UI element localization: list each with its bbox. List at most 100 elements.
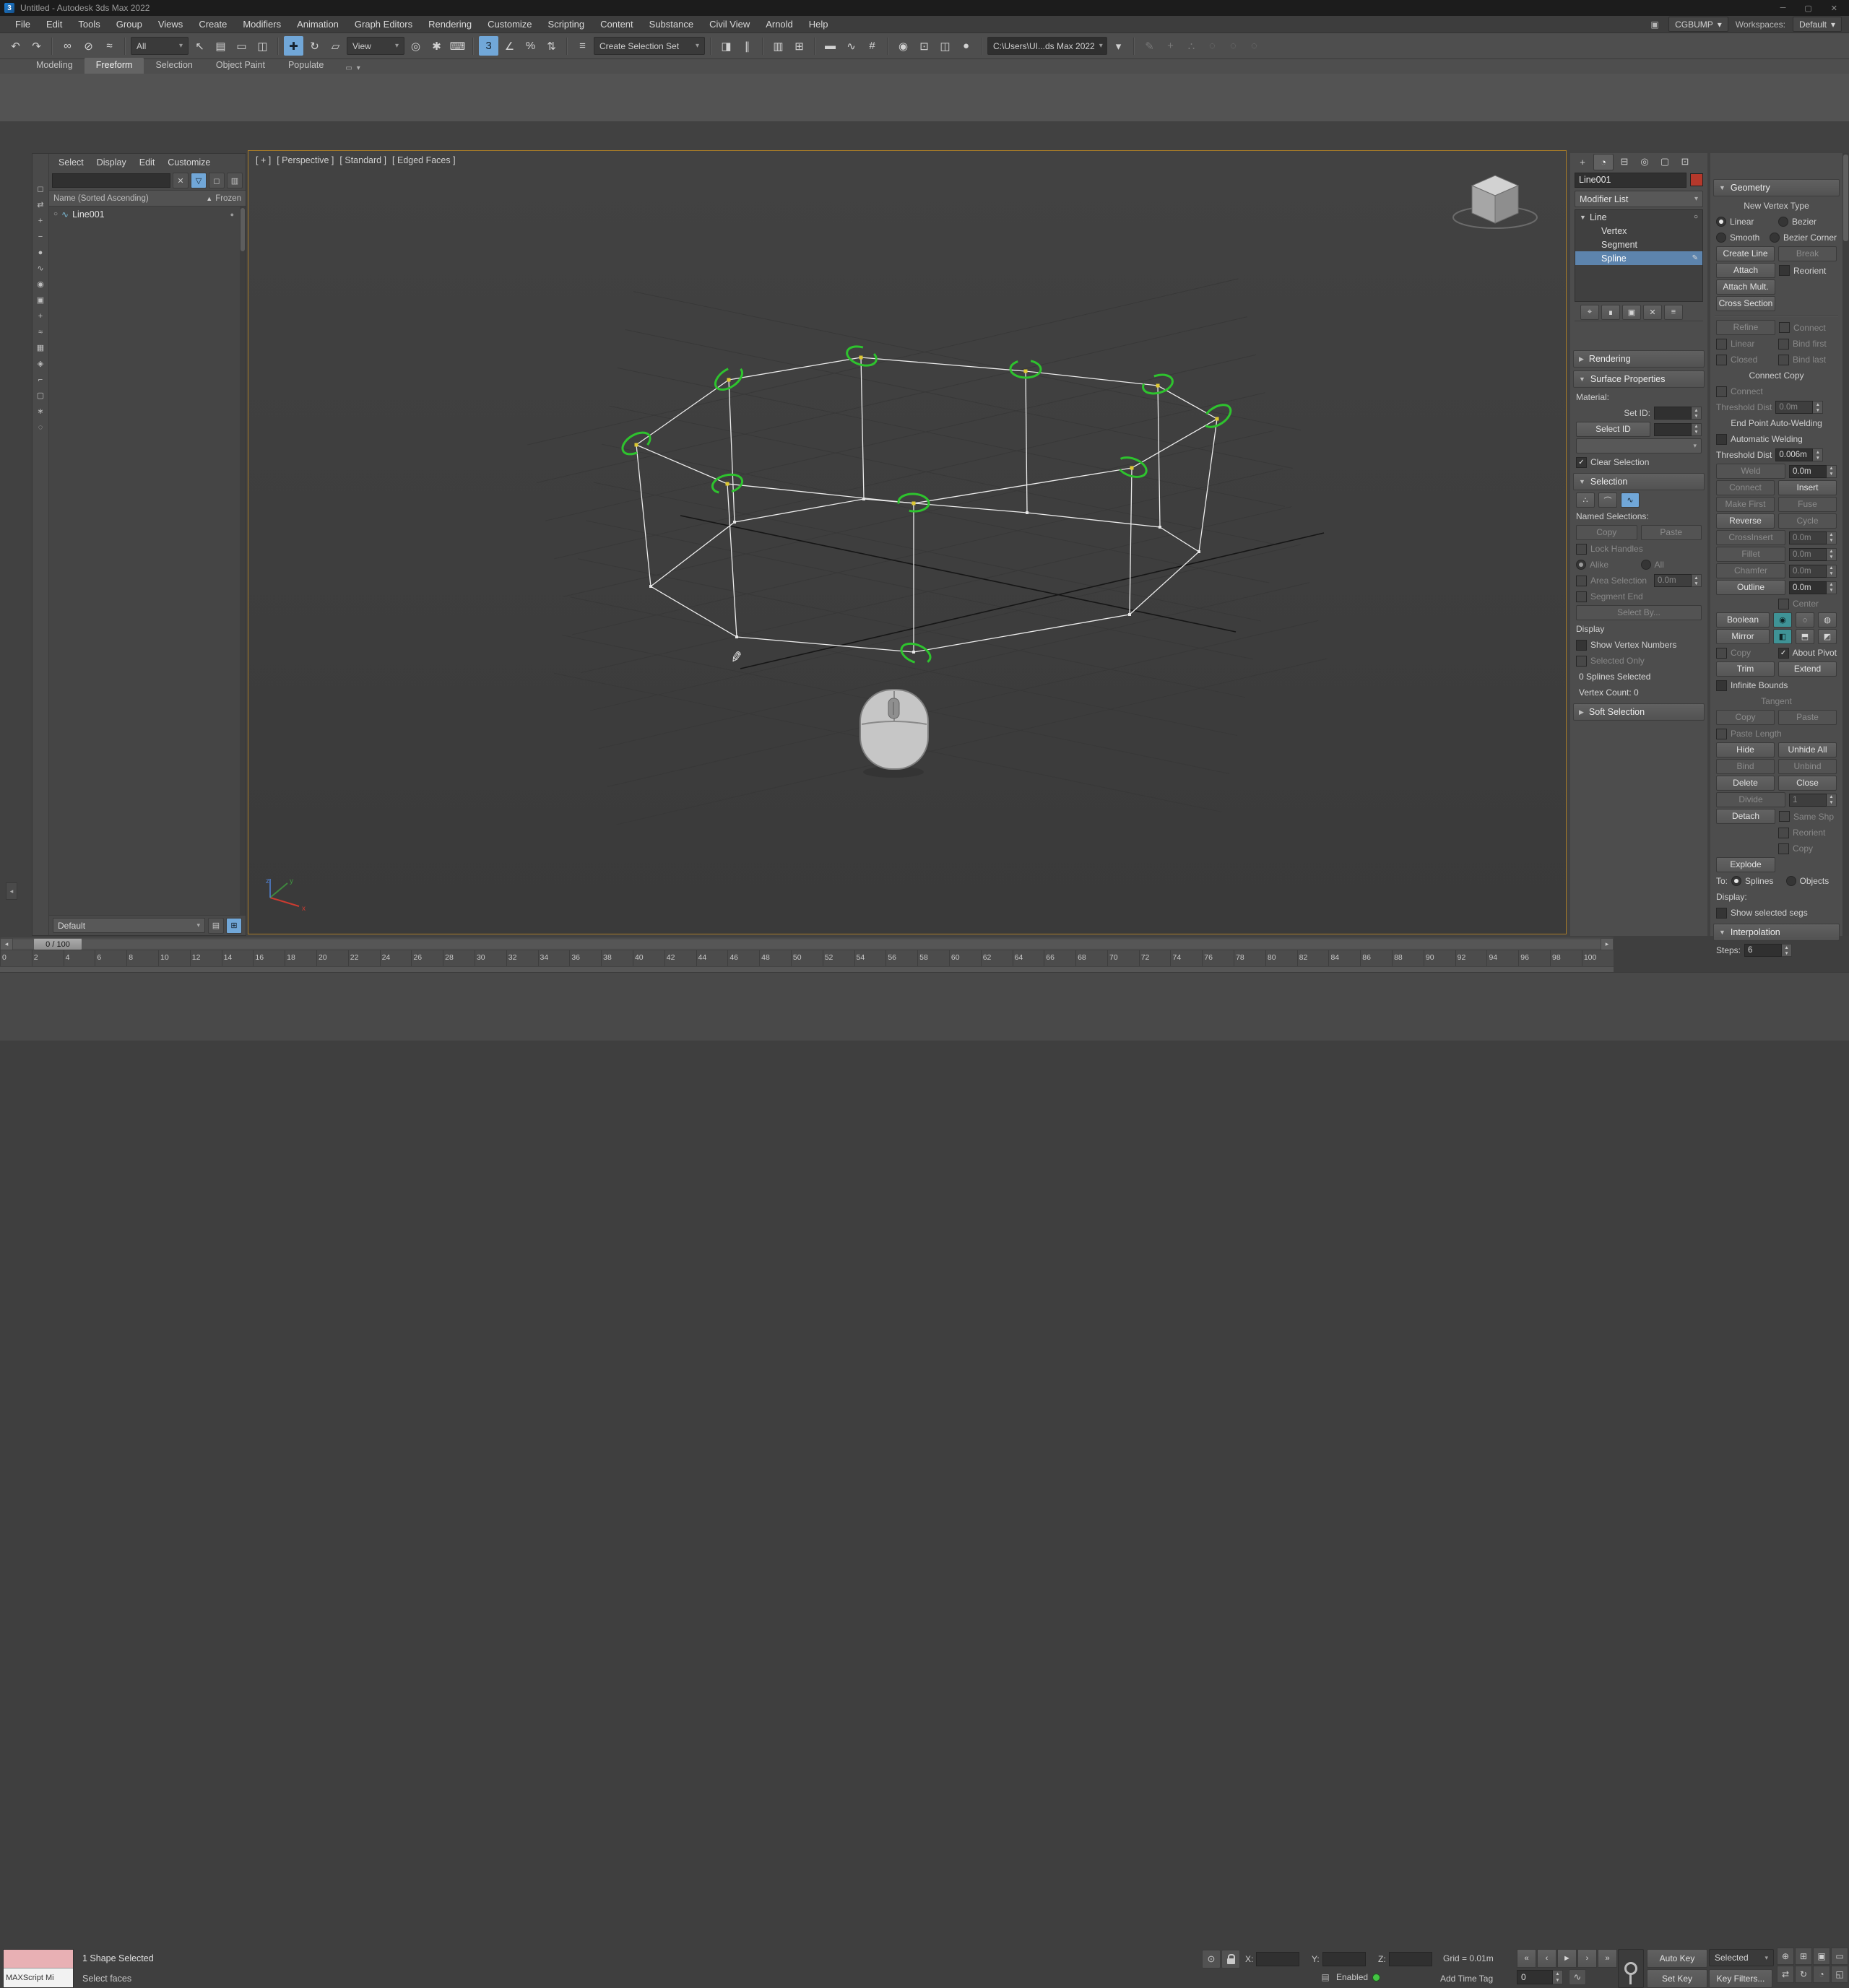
render-production-icon[interactable]: ● xyxy=(956,36,976,56)
menu-animation[interactable]: Animation xyxy=(289,16,347,33)
hierarchy-tab-icon[interactable]: ⊟ xyxy=(1615,155,1634,170)
frame-tick-36[interactable]: 36 xyxy=(569,950,601,967)
zoom-icon[interactable]: ⊕ xyxy=(1777,1948,1794,1965)
stack-item-spline[interactable]: Spline✎ xyxy=(1575,251,1702,265)
display-geometry-icon[interactable]: ● xyxy=(35,246,47,259)
spinner-snap-toggle-icon[interactable]: ⇅ xyxy=(542,36,561,56)
frame-tick-66[interactable]: 66 xyxy=(1044,950,1075,967)
frame-tick-56[interactable]: 56 xyxy=(885,950,917,967)
align-icon[interactable]: ∥ xyxy=(737,36,757,56)
boolean-union-icon[interactable]: ◉ xyxy=(1773,612,1792,628)
unhide-all-button[interactable]: Unhide All xyxy=(1778,742,1837,758)
minimize-button[interactable]: ─ xyxy=(1780,4,1786,13)
toggle-ribbon-icon[interactable]: ▬ xyxy=(820,36,840,56)
redo-icon[interactable]: ↷ xyxy=(27,36,46,56)
frame-tick-8[interactable]: 8 xyxy=(126,950,158,967)
open-project-folder-icon[interactable]: ▾ xyxy=(1109,36,1128,56)
connect-button[interactable]: Connect xyxy=(1716,480,1775,495)
lock-cell-editing-icon[interactable]: ◻ xyxy=(35,183,47,195)
frame-tick-16[interactable]: 16 xyxy=(253,950,285,967)
display-spacewarps-icon[interactable]: ≈ xyxy=(35,326,47,338)
make-unique-icon[interactable]: ▣ xyxy=(1622,305,1641,320)
filter-icon[interactable]: ▽ xyxy=(191,173,207,188)
fillet-spinner[interactable]: 0.0m▲▼ xyxy=(1789,548,1837,561)
spinner-arrows[interactable]: ▲▼ xyxy=(1782,944,1792,957)
macro-recorder-row[interactable] xyxy=(4,1950,73,1969)
material-id-dropdown[interactable]: ▾ xyxy=(1576,438,1702,453)
spinner-down-icon[interactable]: ▼ xyxy=(1692,430,1701,435)
frame-tick-82[interactable]: 82 xyxy=(1297,950,1329,967)
auto-key-button[interactable]: Auto Key xyxy=(1647,1949,1707,1968)
display-hidden-icon[interactable]: ◌ xyxy=(35,421,47,433)
spinner-arrows[interactable]: ▲▼ xyxy=(1692,574,1702,587)
display-shapes-icon[interactable]: ∿ xyxy=(35,262,47,274)
frame-tick-92[interactable]: 92 xyxy=(1455,950,1487,967)
x-coordinate-field[interactable] xyxy=(1256,1952,1299,1966)
spinner-arrows[interactable]: ▲▼ xyxy=(1827,465,1837,478)
frame-spinner-arrows[interactable]: ▲▼ xyxy=(1553,1970,1563,1984)
viewport-menu-general[interactable]: [ + ] xyxy=(256,155,271,165)
render-setup-icon[interactable]: ⊡ xyxy=(914,36,934,56)
use-pivot-point-center-icon[interactable]: ◎ xyxy=(406,36,425,56)
menu-views[interactable]: Views xyxy=(150,16,191,33)
spinner-arrows[interactable]: ▲▼ xyxy=(1692,407,1702,420)
sphere-ghost-icon-3[interactable]: ◌ xyxy=(1244,36,1264,56)
explorer-scrollbar[interactable] xyxy=(240,207,246,915)
chamfer-button[interactable]: Chamfer xyxy=(1716,563,1785,578)
ribbon-tab-object-paint[interactable]: Object Paint xyxy=(204,58,277,74)
chevron-down-icon[interactable]: ▾ xyxy=(357,64,360,72)
spinner-down-icon[interactable]: ▼ xyxy=(1827,555,1836,560)
column-chooser-icon[interactable]: ▥ xyxy=(227,173,243,188)
selection-filter-dropdown[interactable]: All▾ xyxy=(131,37,189,55)
spinner-arrows[interactable]: ▲▼ xyxy=(1827,581,1837,594)
time-slider-right-arrow[interactable]: ▸ xyxy=(1601,938,1614,950)
layers-icon[interactable]: ▤ xyxy=(1319,1971,1332,1984)
go-to-start-button[interactable]: « xyxy=(1517,1949,1536,1968)
automatic-welding-checkbox[interactable]: Automatic Welding xyxy=(1716,434,1837,445)
timeline-ruler[interactable]: 0246810121416182022242628303234363840424… xyxy=(0,950,1614,967)
isolate-selection-toggle[interactable]: ⊙ xyxy=(1202,1950,1221,1969)
copy-checkbox[interactable]: Copy xyxy=(1716,648,1775,659)
rollout-selection[interactable]: ▼ Selection xyxy=(1573,473,1705,490)
mirror-both-icon[interactable]: ◩ xyxy=(1818,629,1837,644)
stack-row-icon[interactable]: ✎ xyxy=(1692,254,1698,262)
time-slider-handle[interactable]: 0 / 100 xyxy=(33,938,82,950)
display-cameras-icon[interactable]: ▣ xyxy=(35,294,47,306)
area-selection-spinner[interactable]: 0.0m▲▼ xyxy=(1654,574,1702,587)
display-xrefs-icon[interactable]: ◈ xyxy=(35,357,47,370)
frame-tick-12[interactable]: 12 xyxy=(190,950,222,967)
reorient-checkbox[interactable]: Reorient xyxy=(1778,828,1837,838)
frame-tick-34[interactable]: 34 xyxy=(538,950,570,967)
spinner-up-icon[interactable]: ▲ xyxy=(1692,407,1701,413)
frame-tick-72[interactable]: 72 xyxy=(1139,950,1171,967)
select-by-name-icon[interactable]: ▤ xyxy=(211,36,230,56)
cross-section-button[interactable]: Cross Section xyxy=(1716,296,1775,311)
viewport-canvas[interactable] xyxy=(248,151,1566,934)
boolean-intersection-icon[interactable]: ◍ xyxy=(1818,612,1837,628)
menu-substance[interactable]: Substance xyxy=(641,16,701,33)
spinner-down-icon[interactable]: ▼ xyxy=(1782,950,1791,956)
selected-only-checkbox[interactable]: Selected Only xyxy=(1576,656,1702,667)
alike-radio[interactable]: Alike xyxy=(1576,560,1637,570)
delete-button[interactable]: Delete xyxy=(1716,776,1775,791)
list-item-line001[interactable]: ○∿Line001● xyxy=(49,207,246,222)
frame-tick-28[interactable]: 28 xyxy=(443,950,475,967)
make-first-button[interactable]: Make First xyxy=(1716,497,1775,512)
toggle-scene-explorer-icon[interactable]: ▥ xyxy=(768,36,788,56)
frame-tick-48[interactable]: 48 xyxy=(759,950,791,967)
spinner-down-icon[interactable]: ▼ xyxy=(1692,581,1701,586)
weld-spinner[interactable]: 0.0m▲▼ xyxy=(1789,465,1837,478)
frame-tick-62[interactable]: 62 xyxy=(981,950,1013,967)
zoom-all-icon[interactable]: ⊞ xyxy=(1795,1948,1812,1965)
ribbon-tab-selection[interactable]: Selection xyxy=(144,58,204,74)
zoom-region-icon[interactable]: ▭ xyxy=(1831,1948,1848,1965)
outline-button[interactable]: Outline xyxy=(1716,580,1785,595)
outline-spinner[interactable]: 0.0m▲▼ xyxy=(1789,581,1837,594)
frame-tick-84[interactable]: 84 xyxy=(1328,950,1360,967)
create-tab-icon[interactable]: + xyxy=(1573,155,1592,170)
cgbump-dropdown[interactable]: CGBUMP ▾ xyxy=(1668,17,1728,32)
modify-tab-icon[interactable]: ◔ xyxy=(1593,154,1614,170)
boolean-button[interactable]: Boolean xyxy=(1716,612,1770,628)
menu-group[interactable]: Group xyxy=(108,16,150,33)
display-lights-icon[interactable]: ◉ xyxy=(35,278,47,290)
